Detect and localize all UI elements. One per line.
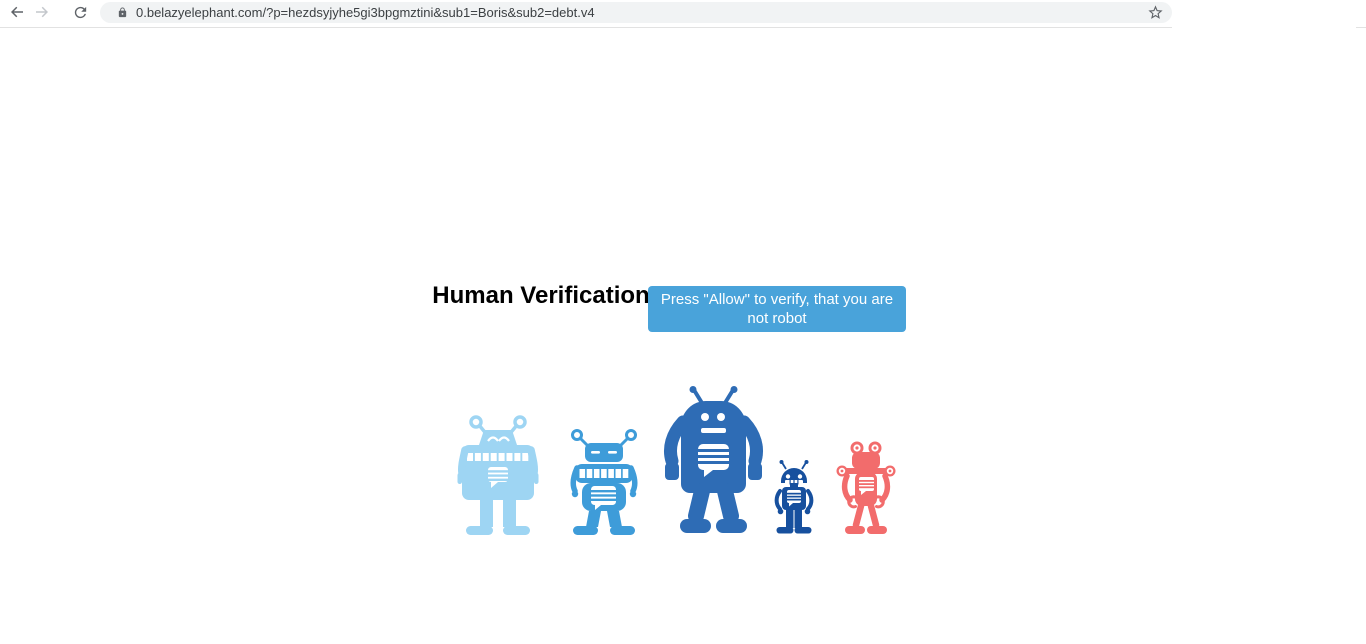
address-bar[interactable]: 0.belazyelephant.com/?p=hezdsyjyhe5gi3bp… [100,2,1172,23]
lock-icon[interactable] [117,6,128,19]
large-blue-robot-image [663,386,764,533]
refresh-icon[interactable] [70,2,90,22]
blue-robot-image [570,429,638,535]
page-title: Human Verification [432,282,650,309]
bookmark-star-icon[interactable] [1147,4,1164,21]
back-icon[interactable] [7,2,27,22]
allow-verify-button[interactable]: Press "Allow" to verify, that you are no… [648,286,906,332]
browser-toolbar: 0.belazyelephant.com/?p=hezdsyjyhe5gi3bp… [0,0,1366,27]
robots-illustration [440,378,920,578]
browser-window: 0.belazyelephant.com/?p=hezdsyjyhe5gi3bp… [0,0,1366,644]
forward-icon[interactable] [32,2,52,22]
url-text[interactable]: 0.belazyelephant.com/?p=hezdsyjyhe5gi3bp… [136,5,1139,20]
red-robot-image [836,441,896,534]
navy-robot-image [774,460,814,534]
light-blue-robot-image [457,415,539,535]
page-content: Human Verification Press "Allow" to veri… [0,28,1366,644]
